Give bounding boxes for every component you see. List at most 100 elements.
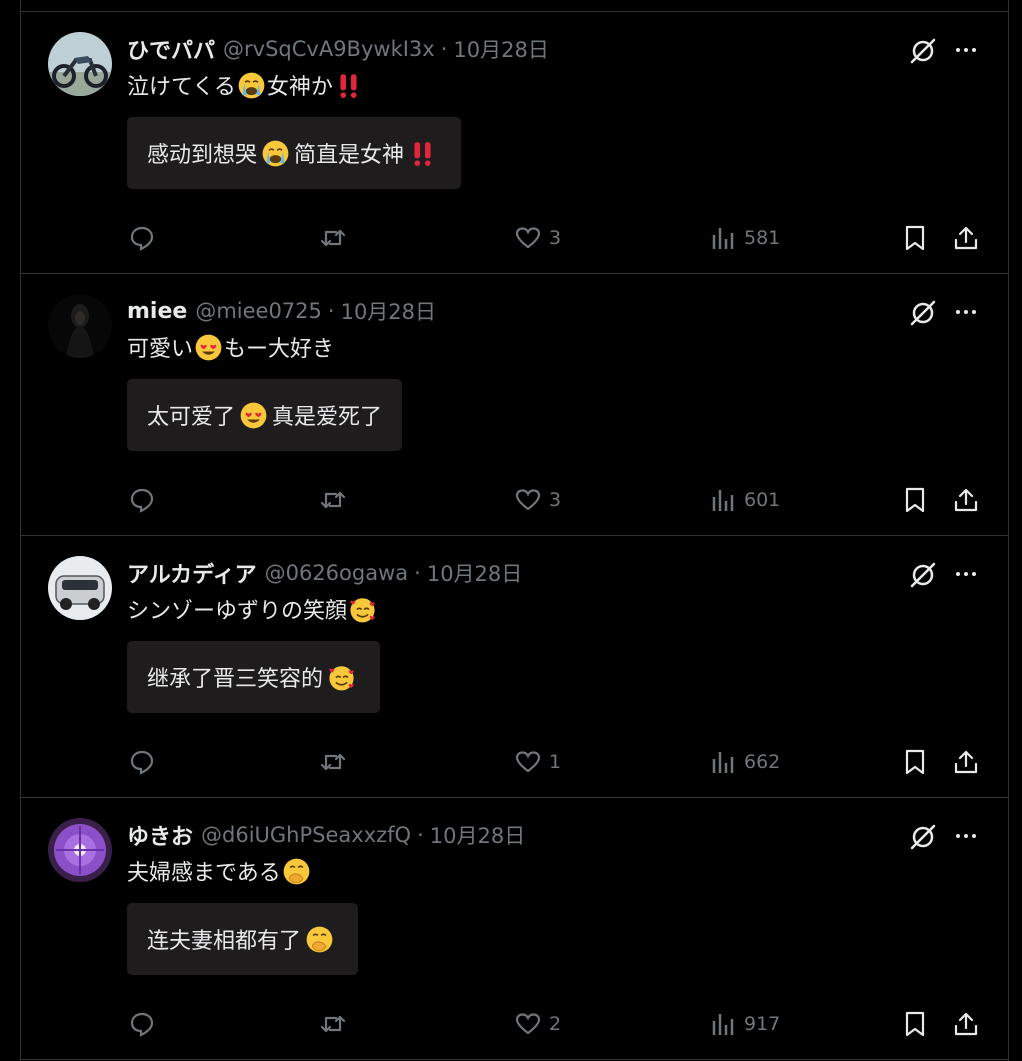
like-count: 1 <box>549 751 562 773</box>
share-icon <box>954 226 978 250</box>
bookmark-icon <box>905 749 925 775</box>
loudly-crying-face-icon <box>261 139 290 168</box>
share-button[interactable] <box>952 484 980 516</box>
hand-over-mouth-face-icon <box>282 857 311 886</box>
tweet-text-part: 可愛い <box>127 337 194 362</box>
reply-button[interactable] <box>128 746 156 778</box>
translation-box: 连夫妻相都有了 <box>127 903 359 975</box>
tweet[interactable]: ひでパパ @rvSqCvA9BywkI3x · 10月28日 泣けてくる 女神か… <box>21 12 1008 274</box>
like-button[interactable]: 2 <box>514 1008 561 1040</box>
translation-box: 感动到想哭 简直是女神 <box>127 117 462 189</box>
like-button[interactable]: 1 <box>514 746 561 778</box>
grok-icon[interactable] <box>907 821 939 853</box>
display-name[interactable]: ゆきお <box>127 819 193 851</box>
view-count: 601 <box>744 489 781 511</box>
translation-text-part: 真是爱死了 <box>272 405 383 430</box>
share-button[interactable] <box>952 222 980 254</box>
views-button[interactable]: 601 <box>709 484 780 516</box>
more-options-icon[interactable] <box>951 38 981 62</box>
bookmark-button[interactable] <box>901 746 929 778</box>
separator-dot: · <box>414 561 421 585</box>
hand-over-mouth-face-icon <box>305 925 334 954</box>
user-handle[interactable]: @rvSqCvA9BywkI3x <box>223 37 435 61</box>
tweet-text-part: 泣けてくる <box>127 75 236 100</box>
translation-text-part: 感动到想哭 <box>147 143 258 168</box>
bookmark-icon <box>905 225 925 251</box>
retweet-button[interactable] <box>319 1008 347 1040</box>
user-handle[interactable]: @miee0725 <box>195 299 322 323</box>
grok-icon[interactable] <box>907 35 939 67</box>
retweet-icon <box>320 753 346 771</box>
bookmark-button[interactable] <box>901 1008 929 1040</box>
reply-button[interactable] <box>128 222 156 254</box>
heart-icon <box>515 1013 541 1035</box>
timestamp[interactable]: 10月28日 <box>427 558 522 588</box>
reply-icon <box>130 226 154 251</box>
share-icon <box>954 750 978 774</box>
translation-text-part: 继承了晋三笑容的 <box>147 667 324 692</box>
tweet-text: 泣けてくる 女神か <box>127 70 364 100</box>
display-name[interactable]: ひでパパ <box>127 33 215 65</box>
loudly-crying-face-icon <box>237 71 266 100</box>
tweet-text-part: 女神か <box>266 75 333 100</box>
view-count: 662 <box>744 751 781 773</box>
tweet-header: ゆきお @d6iUGhPSeaxxzfQ · 10月28日 <box>127 820 525 850</box>
more-options-icon[interactable] <box>951 562 981 586</box>
heart-eyes-face-icon <box>194 333 223 362</box>
bookmark-button[interactable] <box>901 222 929 254</box>
tweet-header: アルカディア @0626ogawa · 10月28日 <box>127 558 522 588</box>
double-exclamation-icon <box>408 139 437 168</box>
avatar[interactable] <box>48 32 112 96</box>
more-options-icon[interactable] <box>951 824 981 848</box>
translation-box: 继承了晋三笑容的 <box>127 641 381 713</box>
heart-icon <box>515 751 541 773</box>
tweet[interactable]: アルカディア @0626ogawa · 10月28日 シンゾーゆずりの笑顔 继承… <box>21 536 1008 798</box>
retweet-button[interactable] <box>319 746 347 778</box>
timeline: ひでパパ @rvSqCvA9BywkI3x · 10月28日 泣けてくる 女神か… <box>20 0 1009 1061</box>
smiling-face-with-hearts-icon <box>327 663 356 692</box>
timestamp[interactable]: 10月28日 <box>453 34 548 64</box>
reply-button[interactable] <box>128 484 156 516</box>
heart-eyes-face-icon <box>239 401 268 430</box>
tweet[interactable]: miee @miee0725 · 10月28日 可愛い もー大好き 太可爱了 真… <box>21 274 1008 536</box>
bookmark-button[interactable] <box>901 484 929 516</box>
display-name[interactable]: アルカディア <box>127 557 257 589</box>
separator-dot: · <box>327 299 335 323</box>
like-button[interactable]: 3 <box>514 484 561 516</box>
avatar[interactable] <box>48 818 112 882</box>
user-handle[interactable]: @d6iUGhPSeaxxzfQ <box>201 823 411 847</box>
views-button[interactable]: 581 <box>709 222 780 254</box>
timestamp[interactable]: 10月28日 <box>341 296 436 326</box>
grok-icon[interactable] <box>907 559 939 591</box>
bookmark-icon <box>905 487 925 513</box>
like-button[interactable]: 3 <box>514 222 561 254</box>
tweet-header: miee @miee0725 · 10月28日 <box>127 296 436 326</box>
tweet-text: 夫婦感まである <box>127 856 312 886</box>
like-count: 3 <box>549 489 562 511</box>
view-count: 581 <box>744 227 781 249</box>
reply-icon <box>130 488 154 513</box>
tweet-text-part: シンゾーゆずりの笑顔 <box>127 599 348 624</box>
more-options-icon[interactable] <box>951 300 981 324</box>
double-exclamation-icon <box>334 71 363 100</box>
reply-button[interactable] <box>128 1008 156 1040</box>
avatar[interactable] <box>48 294 112 358</box>
tweet-text: 可愛い もー大好き <box>127 332 334 362</box>
retweet-icon <box>320 1015 346 1033</box>
views-button[interactable]: 917 <box>709 1008 780 1040</box>
timestamp[interactable]: 10月28日 <box>430 820 525 850</box>
translation-box: 太可爱了 真是爱死了 <box>127 379 403 451</box>
heart-icon <box>515 227 541 249</box>
share-button[interactable] <box>952 746 980 778</box>
user-handle[interactable]: @0626ogawa <box>265 561 409 585</box>
tweet[interactable]: ゆきお @d6iUGhPSeaxxzfQ · 10月28日 夫婦感まである 连夫… <box>21 798 1008 1060</box>
views-button[interactable]: 662 <box>709 746 780 778</box>
translation-text-part: 简直是女神 <box>294 143 405 168</box>
retweet-button[interactable] <box>319 484 347 516</box>
grok-icon[interactable] <box>907 297 939 329</box>
retweet-button[interactable] <box>319 222 347 254</box>
share-button[interactable] <box>952 1008 980 1040</box>
avatar[interactable] <box>48 556 112 620</box>
separator-dot: · <box>417 823 424 847</box>
display-name[interactable]: miee <box>127 299 187 324</box>
